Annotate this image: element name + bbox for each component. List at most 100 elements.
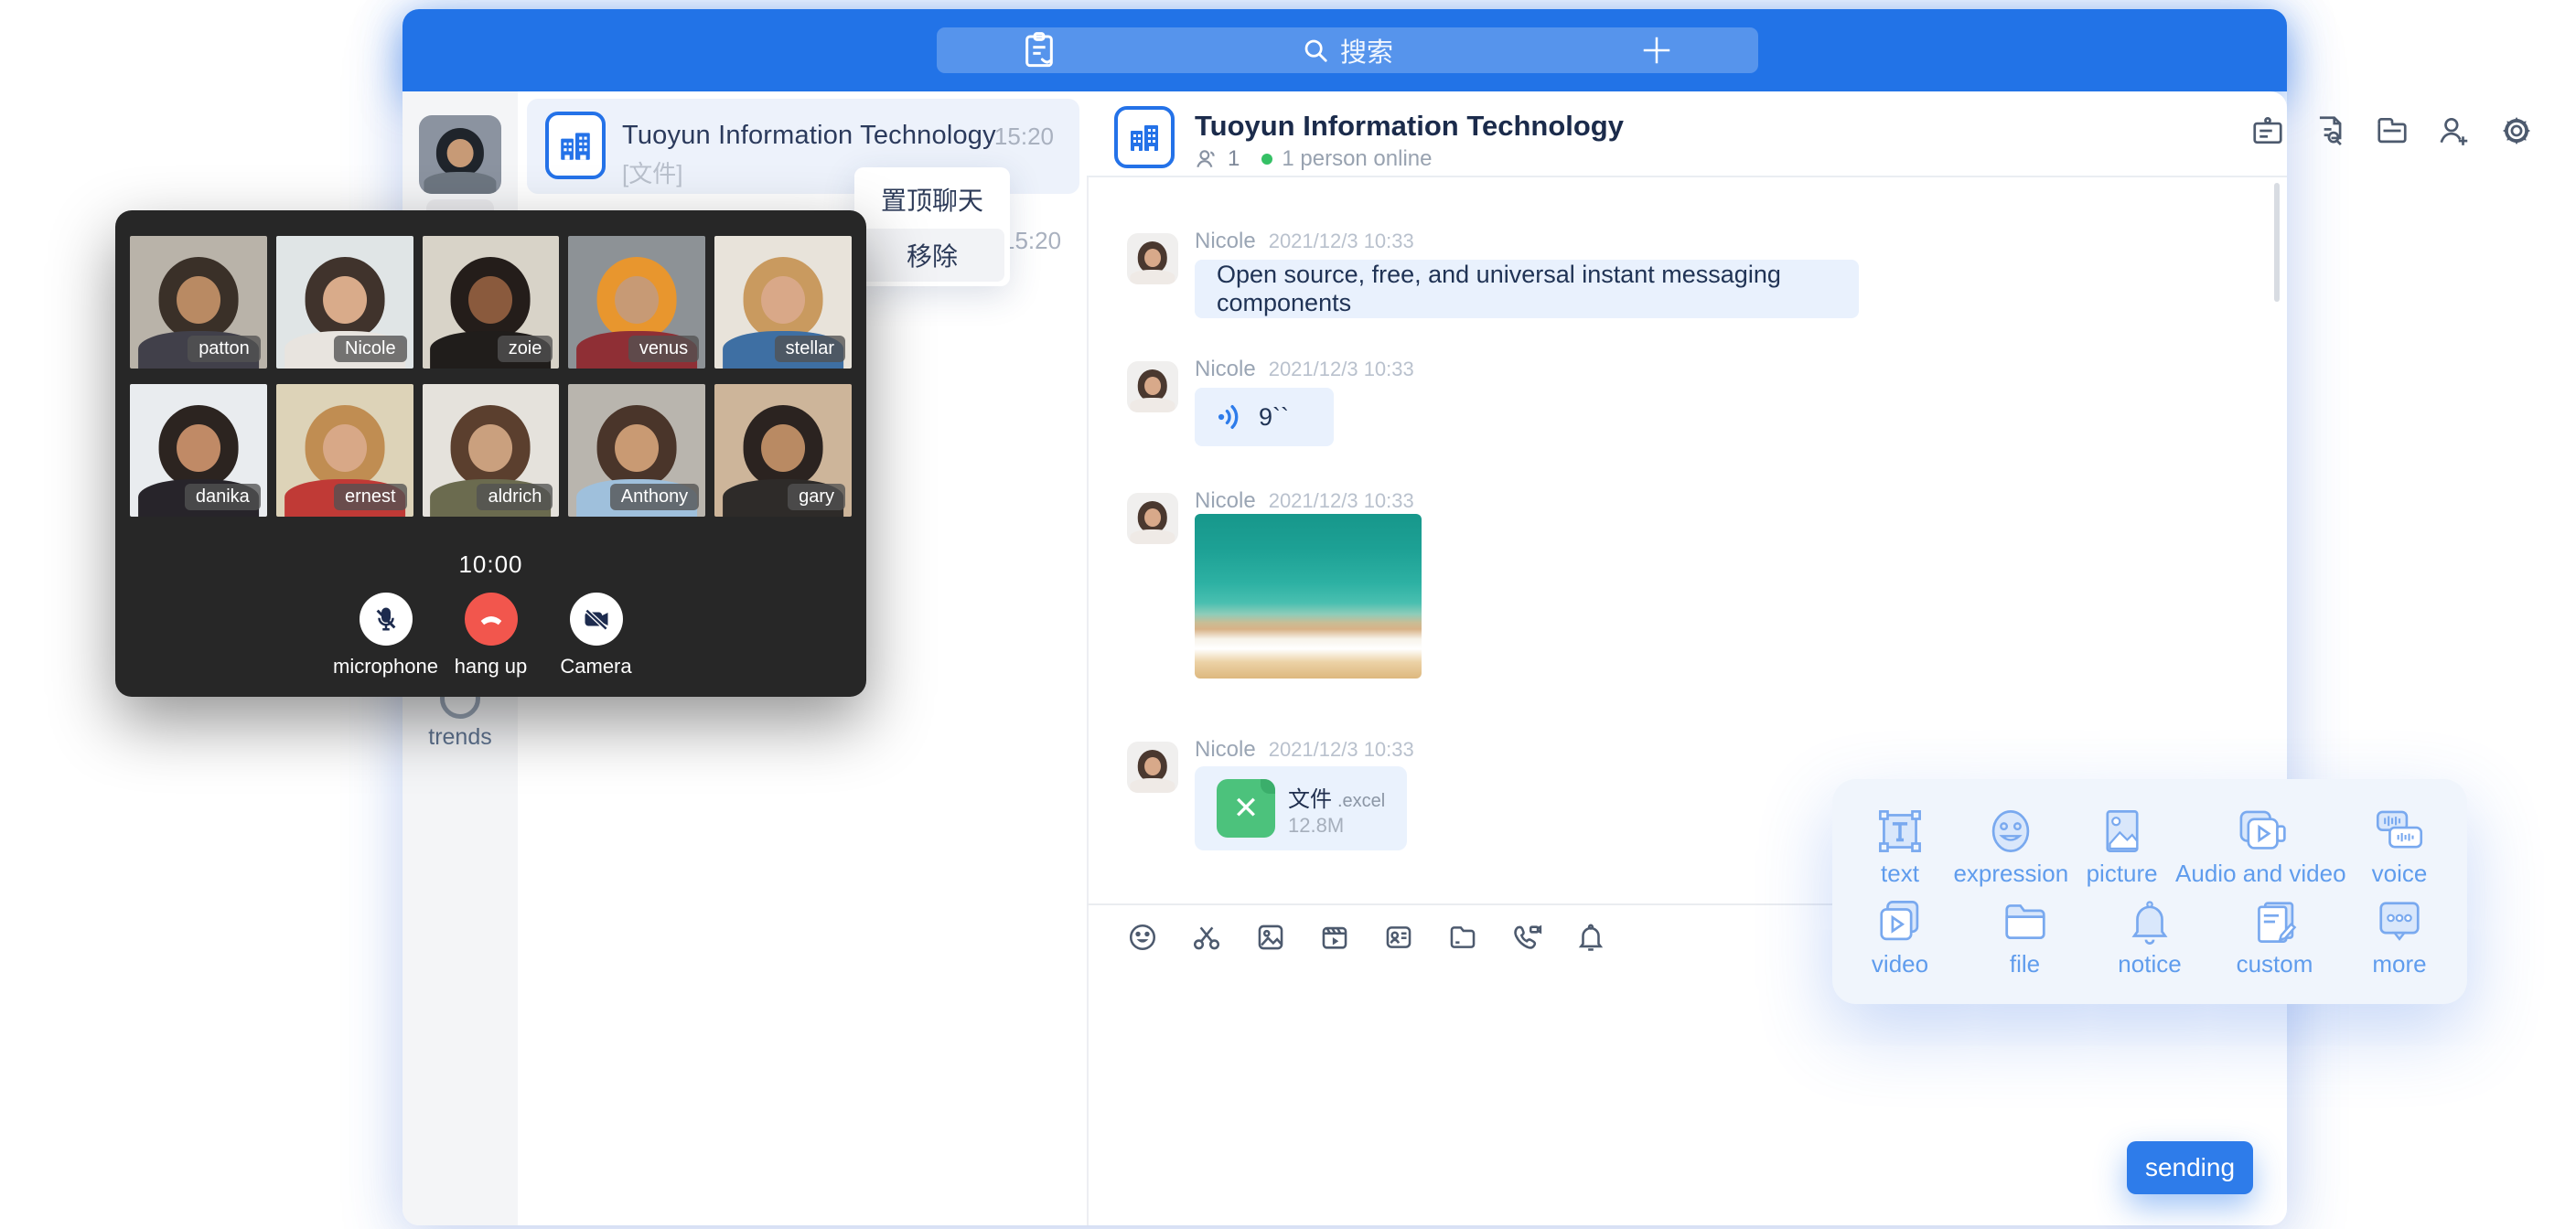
panel-item-file[interactable]: file xyxy=(1985,892,2066,982)
online-dot xyxy=(1261,154,1272,165)
panel-item-picture[interactable]: picture xyxy=(2082,801,2163,892)
message-avatar[interactable] xyxy=(1127,233,1178,284)
more-icon xyxy=(2375,897,2424,946)
video-tile[interactable]: Anthony xyxy=(568,384,705,517)
message-avatar[interactable] xyxy=(1127,742,1178,793)
sender-name: Nicole xyxy=(1195,357,1256,381)
panel-label: Audio and video xyxy=(2175,860,2345,888)
camera-muted-icon xyxy=(583,605,610,633)
image-message-beach-photo[interactable] xyxy=(1195,514,1422,679)
screenshot-scissors-icon[interactable] xyxy=(1191,922,1222,953)
call-controls: microphone hang up xyxy=(115,593,866,679)
panel-label: video xyxy=(1860,950,1940,978)
video-tile[interactable]: Nicole xyxy=(276,236,413,369)
message-time: 2021/12/3 10:33 xyxy=(1269,230,1414,252)
file-extension: .excel xyxy=(1337,791,1385,811)
picture-icon xyxy=(2098,807,2147,856)
panel-label: notice xyxy=(2109,950,2190,978)
chat-header-actions xyxy=(2250,113,2534,148)
video-call-icon[interactable] xyxy=(1511,922,1542,953)
menu-item-remove[interactable]: 移除 xyxy=(860,229,1004,282)
conversation-time: 15:20 xyxy=(1002,227,1061,254)
top-bar-inner: 搜索 xyxy=(937,27,1758,73)
participant-name: danika xyxy=(185,484,261,510)
panel-item-custom[interactable]: custom xyxy=(2235,892,2315,982)
sender-name: Nicole xyxy=(1195,488,1256,513)
plus-icon xyxy=(1639,33,1674,68)
hang-up-icon xyxy=(477,604,506,634)
search-input[interactable]: 搜索 xyxy=(1302,31,1393,69)
video-tile[interactable]: stellar xyxy=(714,236,852,369)
video-tile[interactable]: zoie xyxy=(423,236,560,369)
chat-record-search-icon[interactable] xyxy=(2313,113,2347,148)
panel-label: custom xyxy=(2235,950,2315,978)
contact-card-icon[interactable] xyxy=(1383,922,1414,953)
add-member-icon[interactable] xyxy=(2437,113,2472,148)
panel-item-expression[interactable]: expression xyxy=(1953,801,2068,892)
participant-name: aldrich xyxy=(477,484,553,510)
video-tile[interactable]: gary xyxy=(714,384,852,517)
message-meta: Nicole2021/12/3 10:33 xyxy=(1195,357,1414,382)
screenshot-stage: 搜索 trends xyxy=(0,0,2576,1229)
video-tile[interactable]: aldrich xyxy=(423,384,560,517)
input-toolbar xyxy=(1127,922,1606,953)
video-tile[interactable]: venus xyxy=(568,236,705,369)
message-avatar[interactable] xyxy=(1127,361,1178,412)
panel-item-text[interactable]: text xyxy=(1860,801,1940,892)
panel-item-voice[interactable]: voice xyxy=(2359,801,2440,892)
send-button[interactable]: sending xyxy=(2127,1141,2253,1194)
panel-item-more[interactable]: more xyxy=(2359,892,2440,982)
expression-icon xyxy=(1986,807,2035,856)
bell-icon[interactable] xyxy=(1575,922,1606,953)
video-icon xyxy=(1875,897,1925,946)
image-icon[interactable] xyxy=(1255,922,1286,953)
emoji-icon[interactable] xyxy=(1127,922,1158,953)
video-tile[interactable]: danika xyxy=(130,384,267,517)
chat-header: Tuoyun Information Technology 1 1 person… xyxy=(1087,91,2287,177)
text-message-bubble[interactable]: Open source, free, and universal instant… xyxy=(1195,260,1859,318)
context-menu: 置顶聊天 移除 xyxy=(854,167,1010,286)
voice-icon xyxy=(2373,807,2426,856)
panel-row-2: video file notice xyxy=(1860,892,2440,982)
video-clip-icon[interactable] xyxy=(1319,922,1350,953)
message-avatar[interactable] xyxy=(1127,493,1178,544)
folder-icon[interactable] xyxy=(1447,922,1478,953)
conversation-time: 15:20 xyxy=(994,123,1054,151)
conversation-title: Tuoyun Information Technology xyxy=(622,121,996,151)
add-button[interactable] xyxy=(1639,27,1674,73)
chat-subheader: 1 1 person online xyxy=(1195,146,1432,172)
file-folder-icon xyxy=(2001,897,2050,946)
mic-muted-icon xyxy=(372,605,400,633)
files-icon[interactable] xyxy=(2375,113,2410,148)
video-call-window: patton Nicole zoie venus stellar danika … xyxy=(115,210,866,697)
video-tile[interactable]: ernest xyxy=(276,384,413,517)
menu-item-pin[interactable]: 置顶聊天 xyxy=(860,173,1004,226)
video-tile[interactable]: patton xyxy=(130,236,267,369)
voice-duration: 9`` xyxy=(1259,403,1289,432)
clipboard-icon xyxy=(1021,30,1057,70)
building-icon xyxy=(1128,120,1161,155)
user-avatar[interactable] xyxy=(419,115,501,194)
message-meta: Nicole 2021/12/3 10:33 xyxy=(1195,488,1414,514)
message-meta: Nicole 2021/12/3 10:33 xyxy=(1195,229,1414,254)
members-icon xyxy=(1195,147,1218,171)
camera-toggle[interactable]: Camera xyxy=(532,593,660,679)
panel-item-notice[interactable]: notice xyxy=(2109,892,2190,982)
conversation-item-2[interactable]: 15:20 xyxy=(1002,227,1061,255)
participant-name: zoie xyxy=(498,336,553,362)
message-time: 2021/12/3 10:33 xyxy=(1269,489,1414,512)
camera-label: Camera xyxy=(532,655,660,679)
video-grid: patton Nicole zoie venus stellar danika … xyxy=(130,236,852,517)
sender-name: Nicole xyxy=(1195,229,1256,253)
panel-item-audio-video[interactable]: Audio and video xyxy=(2175,801,2345,892)
scrollbar-thumb[interactable] xyxy=(2274,183,2280,302)
announcement-icon[interactable] xyxy=(2250,113,2285,148)
file-message-card[interactable]: ✕ 文件.excel 12.8M xyxy=(1195,766,1407,850)
settings-gear-icon[interactable] xyxy=(2499,113,2534,148)
panel-label: text xyxy=(1860,860,1940,888)
voice-wave-icon xyxy=(1215,401,1246,433)
voice-message-bubble[interactable]: 9`` xyxy=(1195,388,1334,446)
panel-label: more xyxy=(2359,950,2440,978)
notes-button[interactable] xyxy=(1021,27,1057,73)
panel-item-video[interactable]: video xyxy=(1860,892,1940,982)
